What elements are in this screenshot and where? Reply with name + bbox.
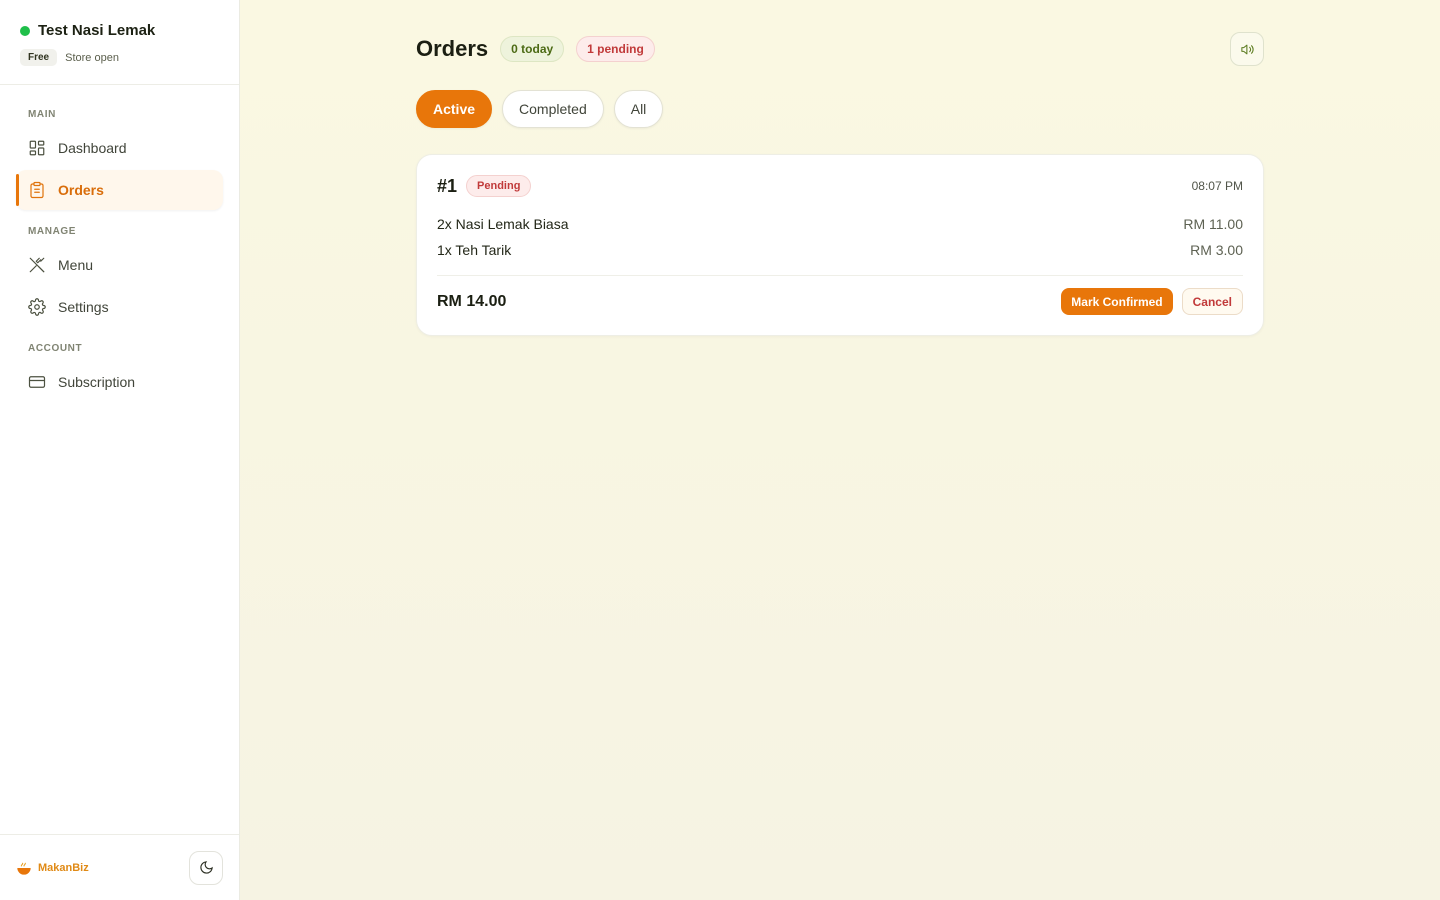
order-actions: Mark Confirmed Cancel bbox=[1061, 288, 1243, 315]
theme-toggle-button[interactable] bbox=[189, 850, 223, 885]
store-name: Test Nasi Lemak bbox=[38, 22, 156, 39]
order-card-header: #1 Pending 08:07 PM bbox=[437, 175, 1243, 197]
sound-toggle-button[interactable] bbox=[1230, 32, 1264, 66]
sidebar-item-label: Menu bbox=[58, 257, 94, 273]
mark-confirmed-button[interactable]: Mark Confirmed bbox=[1061, 288, 1173, 315]
utensils-icon bbox=[29, 257, 45, 273]
clipboard-icon bbox=[30, 181, 44, 199]
sidebar: Test Nasi Lemak Free Store open MAIN Das… bbox=[0, 0, 240, 900]
brand-logo[interactable]: MakanBiz bbox=[16, 860, 89, 876]
sidebar-item-label: Orders bbox=[58, 182, 104, 198]
store-status-dot bbox=[20, 25, 30, 36]
grid-icon bbox=[29, 140, 45, 156]
sidebar-item-label: Subscription bbox=[58, 374, 136, 390]
store-header: Test Nasi Lemak Free Store open bbox=[0, 0, 239, 85]
order-time: 08:07 PM bbox=[1191, 179, 1243, 193]
store-status-text: Store open bbox=[65, 51, 119, 64]
store-name-row: Test Nasi Lemak bbox=[20, 22, 219, 39]
speaker-icon bbox=[1240, 44, 1254, 54]
sidebar-footer: MakanBiz bbox=[0, 834, 239, 900]
brand-name: MakanBiz bbox=[38, 861, 89, 874]
main-content: Orders 0 today 1 pending Active Complete… bbox=[240, 0, 1440, 900]
sidebar-item-subscription[interactable]: Subscription bbox=[16, 362, 223, 402]
plan-badge: Free bbox=[20, 49, 58, 66]
status-badge: Pending bbox=[466, 175, 532, 197]
line-item-price: RM 3.00 bbox=[1190, 242, 1243, 258]
order-card-footer: RM 14.00 Mark Confirmed Cancel bbox=[437, 288, 1243, 315]
line-item-name: 1x Teh Tarik bbox=[437, 242, 512, 258]
page-header: Orders 0 today 1 pending bbox=[416, 0, 1264, 98]
nav-section-manage: MANAGE bbox=[28, 226, 77, 237]
list-item: 2x Nasi Lemak Biasa RM 11.00 bbox=[437, 211, 1243, 237]
sidebar-item-label: Settings bbox=[58, 299, 109, 315]
list-item: 1x Teh Tarik RM 3.00 bbox=[437, 237, 1243, 263]
order-id-row: #1 Pending bbox=[437, 175, 532, 197]
nav-section-account: ACCOUNT bbox=[28, 343, 83, 354]
nav-section-main: MAIN bbox=[28, 109, 56, 120]
order-id: #1 bbox=[437, 175, 458, 196]
cancel-order-button[interactable]: Cancel bbox=[1181, 288, 1243, 315]
credit-card-icon bbox=[28, 376, 46, 388]
moon-icon bbox=[199, 861, 213, 874]
order-line-items: 2x Nasi Lemak Biasa RM 11.00 1x Teh Tari… bbox=[437, 211, 1243, 276]
store-meta: Free Store open bbox=[20, 49, 219, 66]
sidebar-nav: MAIN Dashboard Orders MANAGE Menu Settin… bbox=[0, 85, 239, 834]
order-total: RM 14.00 bbox=[437, 292, 507, 310]
today-count-badge: 0 today bbox=[500, 36, 565, 62]
rice-bowl-icon bbox=[17, 862, 31, 875]
sidebar-item-orders[interactable]: Orders bbox=[16, 170, 223, 210]
order-card[interactable]: #1 Pending 08:07 PM 2x Nasi Lemak Biasa … bbox=[416, 154, 1264, 336]
pending-count-badge: 1 pending bbox=[576, 36, 655, 62]
sidebar-item-settings[interactable]: Settings bbox=[16, 287, 223, 327]
line-item-name: 2x Nasi Lemak Biasa bbox=[437, 216, 569, 232]
sidebar-item-dashboard[interactable]: Dashboard bbox=[16, 128, 223, 168]
sidebar-item-label: Dashboard bbox=[58, 140, 127, 156]
sidebar-item-menu[interactable]: Menu bbox=[16, 245, 223, 285]
line-item-price: RM 11.00 bbox=[1183, 216, 1243, 232]
page-title: Orders bbox=[416, 36, 489, 61]
gear-icon bbox=[28, 298, 46, 316]
